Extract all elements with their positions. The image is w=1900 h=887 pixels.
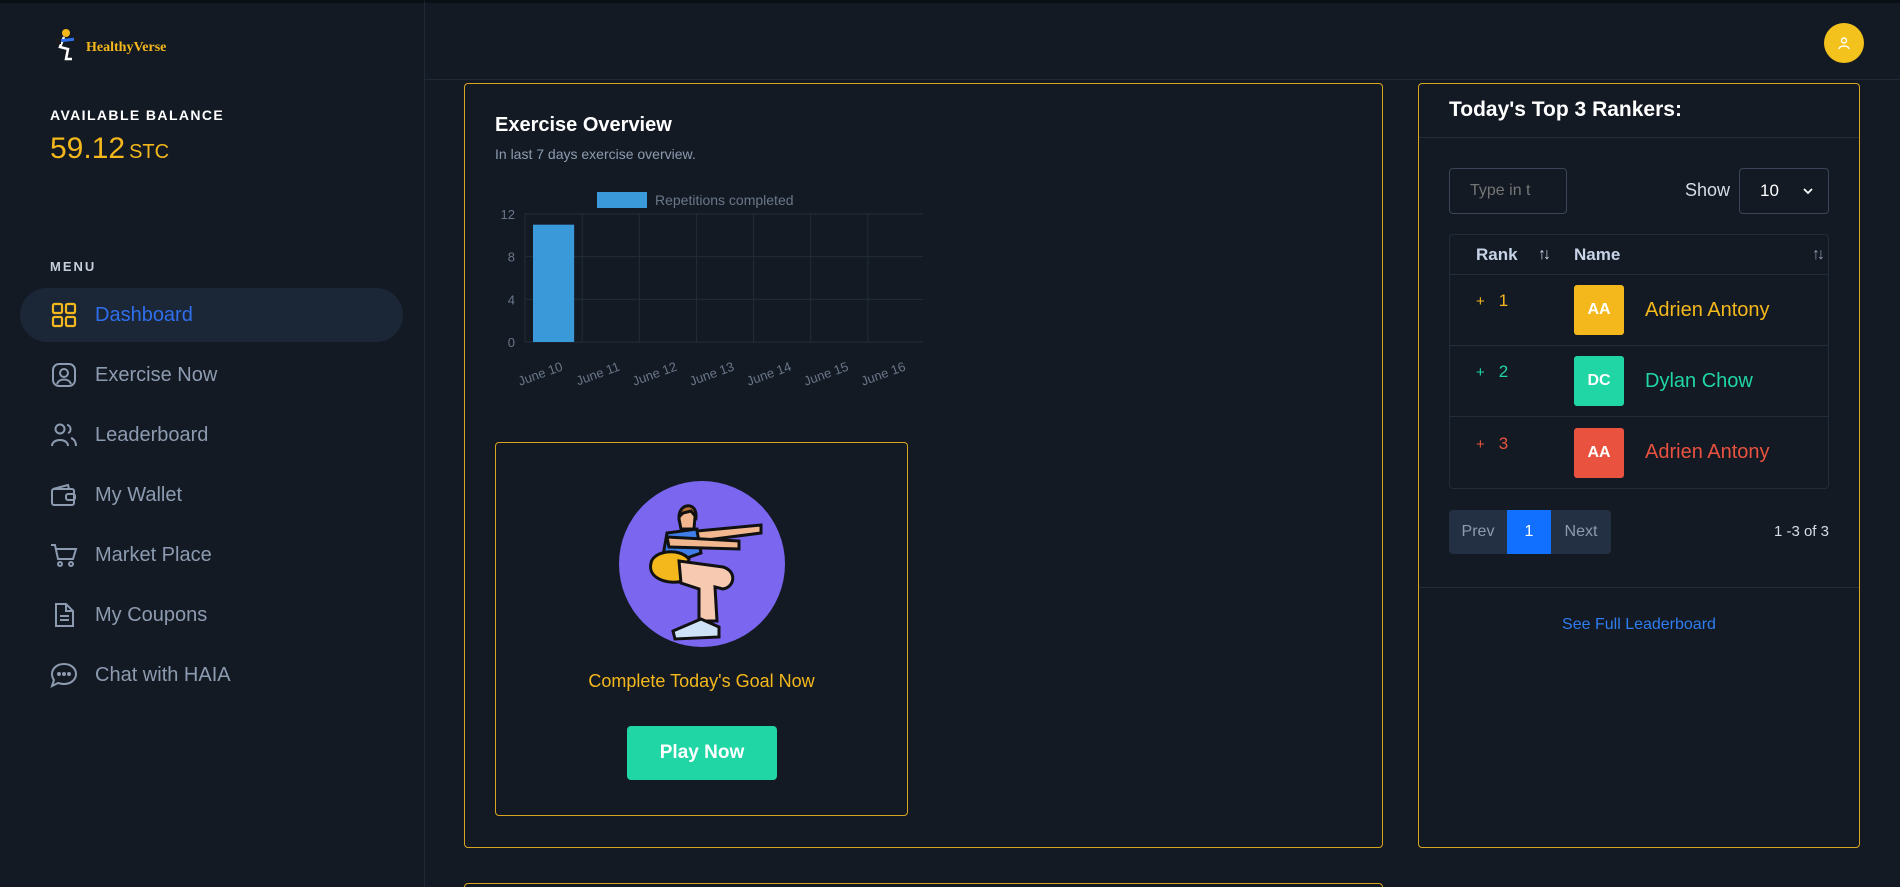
table-row[interactable]: +3 AA Adrien Antony: [1450, 417, 1828, 488]
exercise-subtitle: In last 7 days exercise overview.: [495, 146, 696, 162]
column-name-label: Name: [1574, 244, 1621, 264]
legend-swatch: [597, 192, 647, 208]
column-rank[interactable]: Rank ↑↓: [1450, 245, 1574, 265]
balance-label: AVAILABLE BALANCE: [50, 107, 225, 123]
page-1-button[interactable]: 1: [1507, 510, 1551, 554]
user-avatar-button[interactable]: [1824, 23, 1864, 63]
avatar: AA: [1574, 285, 1624, 335]
play-now-button[interactable]: Play Now: [627, 726, 777, 780]
sidebar-item-label: Dashboard: [95, 303, 193, 326]
logo-icon: [56, 29, 79, 61]
rank-plus: +: [1476, 293, 1485, 310]
top-bar: [425, 0, 1900, 80]
sidebar-item-label: Market Place: [95, 543, 212, 566]
sidebar-menu: Dashboard Exercise Now Leaderboard My Wa…: [20, 288, 403, 708]
x-tick-label: June 10: [516, 359, 565, 389]
rank-plus: +: [1476, 364, 1485, 381]
sidebar-item-my-coupons[interactable]: My Coupons: [20, 588, 403, 642]
page-info: 1 -3 of 3: [1773, 523, 1829, 540]
sort-icon[interactable]: ↑↓: [1538, 246, 1551, 264]
sidebar-item-market-place[interactable]: Market Place: [20, 528, 403, 582]
x-tick-label: June 14: [745, 359, 794, 389]
grid-icon: [50, 301, 78, 329]
pagination: Prev 1 Next: [1449, 510, 1611, 554]
sidebar-item-dashboard[interactable]: Dashboard: [20, 288, 403, 342]
page-size-select[interactable]: 10: [1739, 168, 1829, 214]
y-tick-label: 0: [508, 335, 515, 350]
menu-label: MENU: [50, 259, 97, 274]
page-size-value: 10: [1760, 181, 1779, 200]
bar: [533, 224, 575, 342]
rankers-title: Today's Top 3 Rankers:: [1449, 98, 1682, 121]
user-square-icon: [50, 361, 78, 389]
balance-value: 59.12 STC: [50, 132, 169, 166]
table-header: Rank ↑↓ Name ↑↓: [1450, 235, 1828, 275]
sort-icon[interactable]: ↑↓: [1812, 246, 1825, 264]
x-tick-label: June 12: [630, 359, 679, 389]
sidebar-item-wallet[interactable]: My Wallet: [20, 468, 403, 522]
x-tick-label: June 11: [574, 359, 622, 389]
next-page-button[interactable]: Next: [1551, 510, 1611, 554]
exercise-title: Exercise Overview: [495, 114, 672, 136]
rank-number: 1: [1498, 291, 1509, 310]
rankers-table: Rank ↑↓ Name ↑↓ +1 AA Adrien Antony +2 D…: [1449, 234, 1829, 489]
rank-cell: +2: [1450, 362, 1574, 382]
squat-illustration: [619, 481, 785, 647]
x-tick-label: June 15: [802, 359, 851, 389]
sidebar-item-label: My Wallet: [95, 483, 183, 506]
goal-card: Complete Today's Goal Now Play Now: [495, 442, 908, 816]
rank-number: 2: [1498, 362, 1509, 381]
column-rank-label: Rank: [1476, 244, 1518, 264]
table-row[interactable]: +1 AA Adrien Antony: [1450, 275, 1828, 346]
avatar: AA: [1574, 427, 1624, 478]
exercise-overview-card: Exercise Overview In last 7 days exercis…: [464, 83, 1383, 848]
top-rankers-card: Today's Top 3 Rankers: Show 10 Rank ↑↓ N…: [1418, 83, 1860, 848]
document-icon: [50, 601, 78, 629]
y-tick-label: 8: [508, 250, 515, 265]
x-tick-label: June 13: [687, 359, 736, 389]
legend-label: Repetitions completed: [655, 192, 794, 208]
prev-page-button[interactable]: Prev: [1449, 510, 1507, 554]
exercise-bar-chart: Repetitions completed 0 4 8 12 June 10 June 11…: [501, 192, 923, 389]
user-icon: [1838, 37, 1850, 50]
rankers-search-input[interactable]: [1449, 168, 1567, 214]
y-tick-label: 4: [508, 292, 515, 307]
divider: [1419, 587, 1859, 588]
sidebar-item-chat-haia[interactable]: Chat with HAIA: [20, 648, 403, 702]
balance-unit: STC: [129, 141, 170, 163]
sidebar-item-label: Exercise Now: [95, 363, 218, 386]
bottom-card: [464, 883, 1383, 887]
sidebar: HealthyVerse AVAILABLE BALANCE 59.12 STC …: [0, 0, 425, 887]
wallet-icon: [50, 481, 78, 509]
rank-plus: +: [1476, 435, 1485, 453]
ranker-name: Adrien Antony: [1645, 298, 1770, 321]
table-row[interactable]: +2 DC Dylan Chow: [1450, 346, 1828, 417]
ranker-name: Dylan Chow: [1645, 369, 1753, 392]
sidebar-item-label: Chat with HAIA: [95, 663, 231, 686]
column-name[interactable]: Name ↑↓: [1574, 245, 1828, 265]
rank-cell: +1: [1450, 291, 1574, 311]
see-full-leaderboard-link[interactable]: See Full Leaderboard: [1419, 616, 1859, 634]
ranker-name: Adrien Antony: [1645, 441, 1770, 463]
divider: [1419, 137, 1859, 138]
brand-name: HealthyVerse: [86, 40, 167, 55]
show-label: Show: [1685, 180, 1731, 200]
sidebar-item-label: Leaderboard: [95, 423, 209, 446]
y-tick-label: 12: [501, 207, 515, 222]
goal-text: Complete Today's Goal Now: [588, 671, 815, 691]
users-icon: [50, 421, 78, 449]
balance-amount: 59.12: [50, 132, 126, 165]
sidebar-item-label: My Coupons: [95, 603, 208, 626]
chat-icon: [50, 661, 78, 689]
rank-number: 3: [1498, 433, 1509, 453]
x-tick-label: June 16: [859, 359, 908, 389]
sidebar-item-exercise-now[interactable]: Exercise Now: [20, 348, 403, 402]
avatar: DC: [1574, 356, 1624, 406]
chevron-down-icon: [1803, 188, 1813, 195]
rank-cell: +3: [1450, 434, 1574, 454]
sidebar-item-leaderboard[interactable]: Leaderboard: [20, 408, 403, 462]
brand-logo[interactable]: HealthyVerse: [54, 27, 166, 67]
cart-icon: [50, 541, 78, 569]
